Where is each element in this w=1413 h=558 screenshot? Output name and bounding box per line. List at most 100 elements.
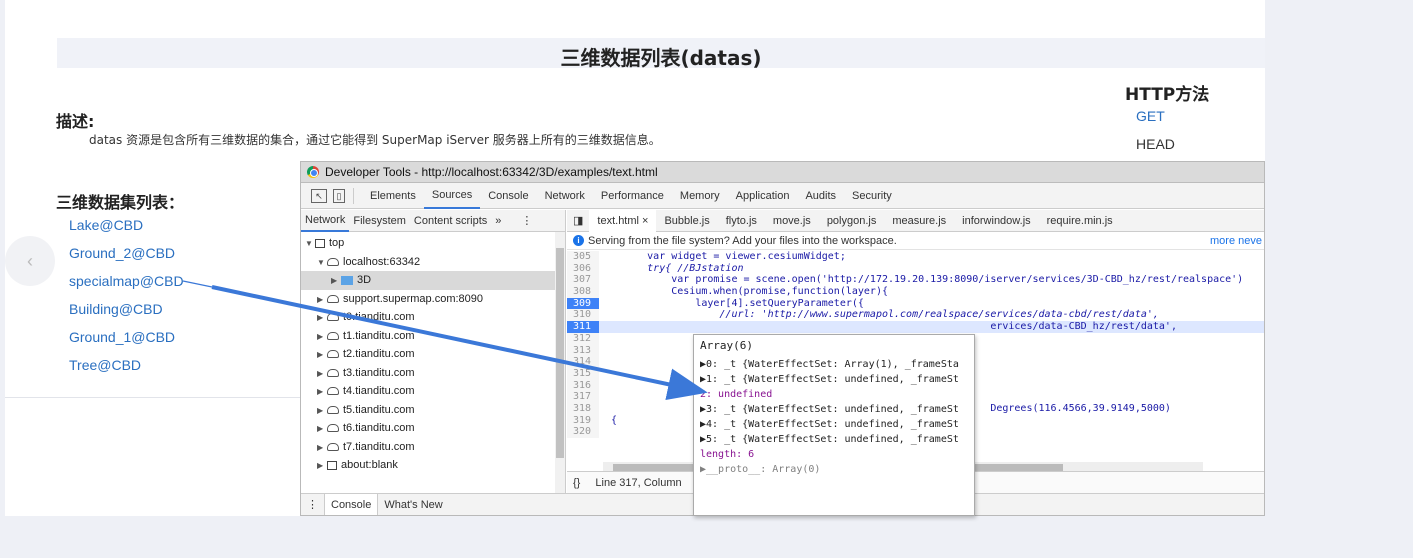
pretty-print-icon[interactable]: {} [573,477,580,489]
dataset-link[interactable]: Ground_2@CBD [69,244,184,272]
toggle-navigator-icon[interactable]: ◨ [567,210,589,232]
array-proto[interactable]: ▶__proto__: Array(0) [700,462,968,477]
line-number[interactable]: 306 [567,262,599,275]
line-number[interactable]: 315 [567,367,599,380]
navigator-scrollbar[interactable] [555,232,565,493]
editor-tab[interactable]: text.html × [589,209,657,232]
tab-audits[interactable]: Audits [797,183,844,209]
array-entry[interactable]: ▶3: _t {WaterEffectSet: undefined, _fram… [700,402,968,417]
line-number[interactable]: 310 [567,309,599,322]
expand-closed-icon[interactable]: ▶ [317,346,327,365]
tree-item[interactable]: ▶ t3.tianditu.com [301,364,555,383]
drawer-tab-console[interactable]: Console [324,493,379,515]
editor-tab[interactable]: inforwindow.js [954,210,1038,232]
tree-item[interactable]: ▶ t4.tianditu.com [301,382,555,401]
tab-application[interactable]: Application [728,183,798,209]
tree-item[interactable]: ▶ about:blank [301,456,555,475]
code-line[interactable]: 309 layer[4].setQueryParameter({ [567,297,1264,310]
expand-closed-icon[interactable]: ▶ [317,420,327,439]
editor-tab[interactable]: measure.js [884,210,954,232]
tree-item[interactable]: ▶ t2.tianditu.com [301,345,555,364]
method-get-link[interactable]: GET [1136,108,1165,124]
line-number[interactable]: 307 [567,274,599,287]
array-entry: 2: undefined [700,389,773,400]
line-number[interactable]: 308 [567,286,599,298]
dataset-list-heading: 三维数据集列表： [56,193,185,212]
line-number[interactable]: 320 [567,426,599,438]
editor-tab[interactable]: move.js [765,210,819,232]
code-text: //url: 'http://www.supermapol.com/realsp… [599,309,1159,321]
expand-open-icon[interactable]: ▼ [305,235,315,254]
drawer-menu-icon[interactable]: ⋮ [301,494,324,516]
tree-item[interactable]: ▶ t0.tianditu.com [301,308,555,327]
expand-closed-icon[interactable]: ▶ [317,291,327,310]
editor-tab[interactable]: polygon.js [819,210,885,232]
line-number[interactable]: 314 [567,356,599,368]
dataset-link[interactable]: Building@CBD [69,300,184,328]
array-entry[interactable]: ▶5: _t {WaterEffectSet: undefined, _fram… [700,432,968,447]
editor-tab[interactable]: require.min.js [1039,210,1121,232]
more-link[interactable]: more neve [1210,232,1262,250]
expand-closed-icon[interactable]: ▶ [317,328,327,347]
code-line[interactable]: 306 try{ //BJstation [567,262,1264,275]
tree-item[interactable]: ▶ t7.tianditu.com [301,438,555,457]
line-number[interactable]: 311 [567,321,599,333]
prev-arrow-icon[interactable]: ‹ [5,236,55,286]
tree-item-label: support.supermap.com:8090 [343,292,484,305]
tree-item[interactable]: ▶ t1.tianditu.com [301,327,555,346]
array-entry[interactable]: ▶1: _t {WaterEffectSet: undefined, _fram… [700,372,968,387]
code-line[interactable]: 305 var widget = viewer.cesiumWidget; [567,251,1264,263]
code-line[interactable]: 307 var promise = scene.open('http://172… [567,274,1264,287]
expand-closed-icon[interactable]: ▶ [317,402,327,421]
tab-security[interactable]: Security [844,183,900,209]
navigator-tab-content-scripts[interactable]: Content scripts [410,210,491,232]
line-number[interactable]: 319 [567,414,599,427]
navigator-tab-network[interactable]: Network [301,210,350,232]
drawer-tab-whats-new[interactable]: What's New [378,494,448,516]
tree-item[interactable]: ▶ t5.tianditu.com [301,401,555,420]
tab-elements[interactable]: Elements [362,183,424,209]
array-entry[interactable]: ▶4: _t {WaterEffectSet: undefined, _fram… [700,417,968,432]
expand-closed-icon[interactable]: ▶ [317,383,327,402]
expand-closed-icon[interactable]: ▶ [317,309,327,328]
tree-item-label: t2.tianditu.com [343,348,415,360]
line-number[interactable]: 318 [567,402,599,415]
navigator-menu-icon[interactable]: ⋮ [517,210,536,232]
expand-closed-icon[interactable]: ▶ [331,272,341,291]
line-number[interactable]: 317 [567,391,599,403]
tree-item[interactable]: ▶ t6.tianditu.com [301,419,555,438]
line-number[interactable]: 313 [567,344,599,357]
line-number[interactable]: 316 [567,379,599,392]
editor-tab[interactable]: flyto.js [718,210,765,232]
tab-performance[interactable]: Performance [593,183,672,209]
expand-closed-icon[interactable]: ▶ [317,439,327,458]
tree-item[interactable]: ▼ localhost:63342 [301,253,555,272]
line-number[interactable]: 305 [567,251,599,263]
code-line[interactable]: 310 //url: 'http://www.supermapol.com/re… [567,309,1264,322]
dataset-link[interactable]: Lake@CBD [69,216,184,244]
array-entry[interactable]: ▶0: _t {WaterEffectSet: Array(1), _frame… [700,357,968,372]
expand-closed-icon[interactable]: ▶ [317,457,327,476]
editor-tab[interactable]: Bubble.js [656,210,717,232]
inspect-icon[interactable]: ↖ [311,188,327,203]
line-number[interactable]: 312 [567,332,599,345]
dataset-link[interactable]: specialmap@CBD [69,272,184,300]
dataset-link[interactable]: Tree@CBD [69,356,184,384]
expand-closed-icon[interactable]: ▶ [317,365,327,384]
cloud-icon [327,387,339,396]
code-line[interactable]: 308 Cesium.when(promise,function(layer){ [567,286,1264,298]
tab-network[interactable]: Network [537,183,593,209]
tab-memory[interactable]: Memory [672,183,728,209]
dataset-link[interactable]: Ground_1@CBD [69,328,184,356]
tree-item[interactable]: ▶ support.supermap.com:8090 [301,290,555,309]
tab-sources[interactable]: Sources [423,183,481,209]
navigator-more-icon[interactable]: » [491,210,505,232]
tree-item[interactable]: ▶ 3D [301,271,555,290]
navigator-tab-filesystem[interactable]: Filesystem [349,210,410,232]
code-line[interactable]: 311 ervices/data-CBD_hz/rest/data', [567,321,1264,333]
tab-console[interactable]: Console [480,183,536,209]
line-number[interactable]: 309 [567,297,599,310]
tree-item[interactable]: ▼ top [301,234,555,253]
expand-open-icon[interactable]: ▼ [317,254,327,273]
device-toggle-icon[interactable]: ▯ [333,188,345,203]
